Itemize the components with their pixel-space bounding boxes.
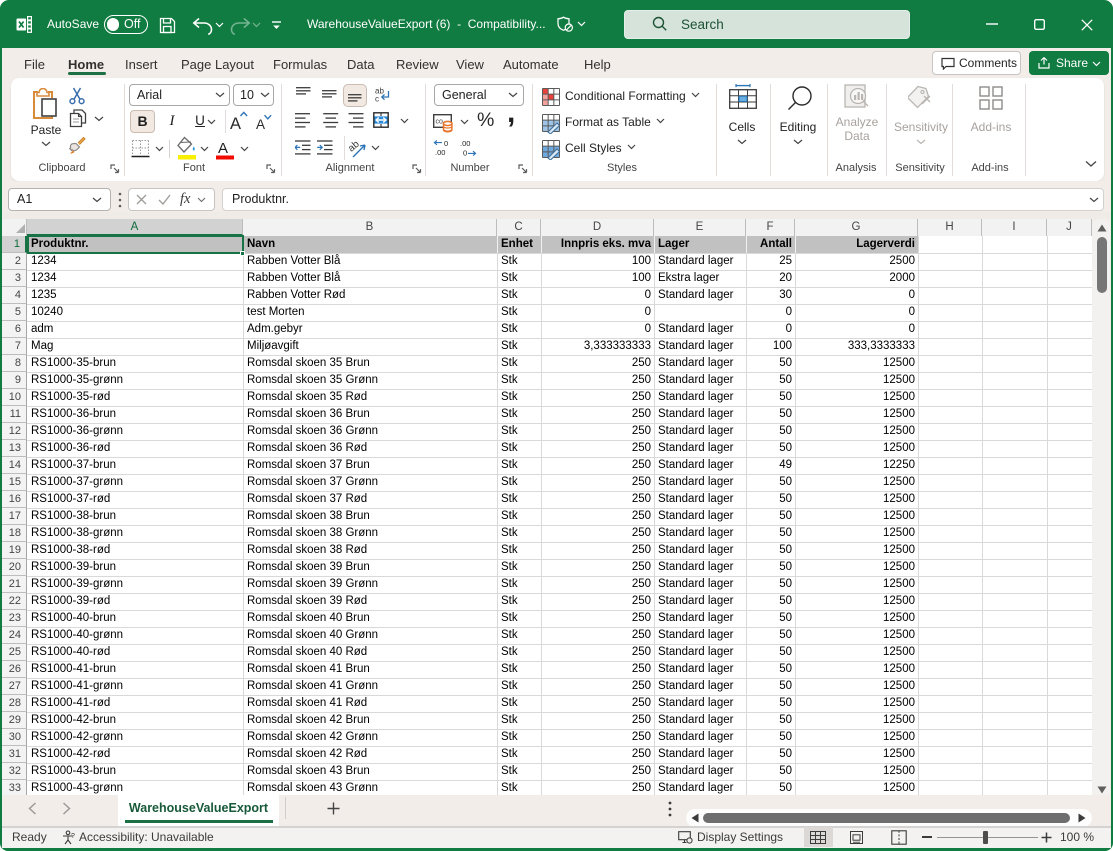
svg-text:.00: .00 (460, 139, 470, 148)
svg-text:0: 0 (463, 149, 467, 158)
svg-text:?: ? (71, 833, 75, 840)
svg-text:0: 0 (444, 139, 448, 148)
svg-text:A: A (256, 117, 265, 132)
svg-text:co: co (436, 119, 444, 126)
svg-text:ab: ab (349, 139, 362, 155)
svg-text:c: c (375, 95, 379, 104)
svg-text:A: A (218, 140, 228, 157)
svg-text:.00: .00 (435, 148, 445, 157)
svg-text:A: A (230, 115, 241, 133)
